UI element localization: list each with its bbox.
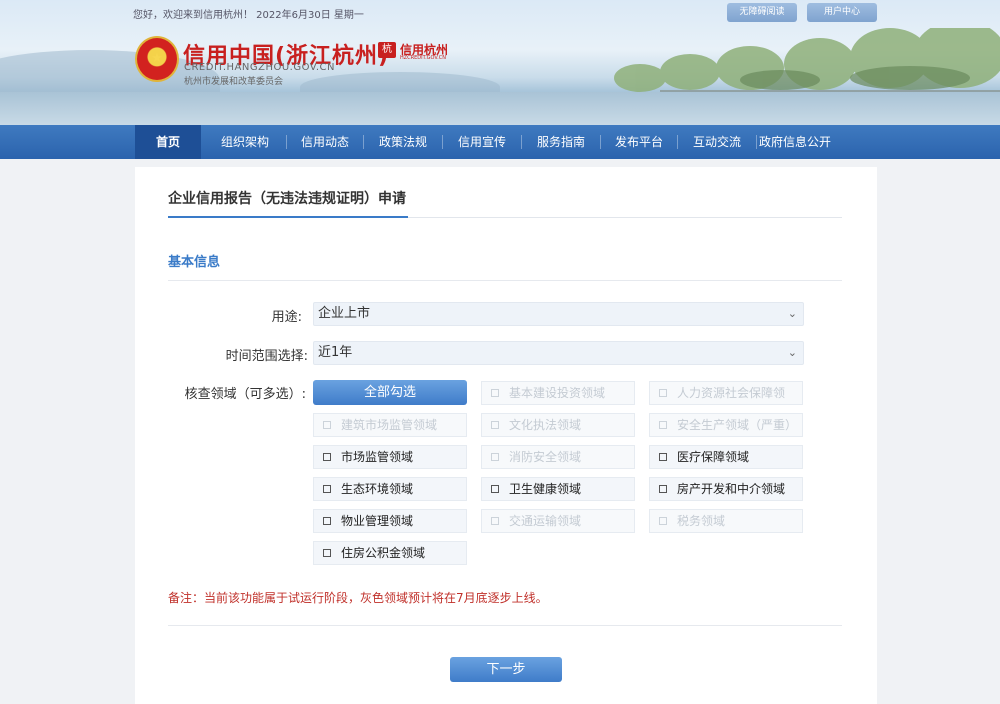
- page-title: 企业信用报告（无违法违规证明）申请: [168, 191, 406, 207]
- checkbox-icon: [659, 388, 667, 397]
- checkbox-icon: [491, 420, 499, 429]
- nav-item-credit-news[interactable]: 信用动态: [287, 125, 363, 159]
- domain-checkbox-culture-enforcement: 文化执法领域: [481, 413, 635, 437]
- checkbox-icon[interactable]: [323, 548, 331, 557]
- domain-checkbox-construction-market: 建筑市场监管领域: [313, 413, 467, 437]
- time-range-select[interactable]: 近1年 ⌄: [313, 341, 804, 365]
- domain-label: 医疗保障领域: [677, 450, 750, 464]
- nav-item-publicity[interactable]: 信用宣传: [443, 125, 521, 159]
- banner-lake: [0, 92, 1000, 125]
- main-nav: 首页 组织架构 信用动态 政策法规 信用宣传 服务指南 发布平台 互动交流 政府…: [0, 125, 1000, 159]
- title-underline: [168, 216, 408, 218]
- section-divider: [168, 280, 842, 281]
- select-all-button[interactable]: 全部勾选: [313, 380, 467, 405]
- purpose-select[interactable]: 企业上市 ⌄: [313, 302, 804, 326]
- checkbox-icon: [491, 388, 499, 397]
- checkbox-icon[interactable]: [659, 484, 667, 493]
- domain-label: 交通运输领域: [509, 514, 582, 528]
- domain-label: 市场监管领域: [341, 450, 414, 464]
- banner-trees-image: [614, 28, 1000, 94]
- domain-label: 文化执法领域: [509, 418, 582, 432]
- domain-label: 生态环境领域: [341, 482, 414, 496]
- domains-label: 核查领域（可多选）:: [184, 387, 306, 402]
- nav-item-service-guide[interactable]: 服务指南: [522, 125, 600, 159]
- checkbox-icon: [491, 516, 499, 525]
- checkbox-icon: [491, 452, 499, 461]
- credit-hangzhou-mark-url: HZCREDIT.GOV.CN: [400, 55, 447, 61]
- nav-item-home[interactable]: 首页: [135, 125, 201, 159]
- domain-checkbox-market-supervision[interactable]: 市场监管领域: [313, 445, 467, 469]
- checkbox-icon: [659, 420, 667, 429]
- domain-label: 卫生健康领域: [509, 482, 582, 496]
- checkbox-icon[interactable]: [323, 452, 331, 461]
- domain-label: 住房公积金领域: [341, 546, 426, 560]
- site-logo-url: CREDIT.HANGZHOU.GOV.CN: [184, 62, 335, 73]
- domain-checkbox-hr-social-security: 人力资源社会保障领: [649, 381, 803, 405]
- trial-note: 备注：当前该功能属于试运行阶段，灰色领域预计将在7月底逐步上线。: [168, 591, 548, 605]
- user-center-button[interactable]: 用户中心: [807, 3, 877, 22]
- nav-item-publish-platform[interactable]: 发布平台: [601, 125, 677, 159]
- domain-checkbox-real-estate[interactable]: 房产开发和中介领域: [649, 477, 803, 501]
- domain-checkbox-property-management[interactable]: 物业管理领域: [313, 509, 467, 533]
- site-logo-org: 杭州市发展和改革委员会: [184, 77, 284, 87]
- chevron-down-icon: ⌄: [787, 346, 797, 359]
- domain-checkbox-fire-safety: 消防安全领域: [481, 445, 635, 469]
- next-step-button[interactable]: 下一步: [450, 657, 562, 682]
- section-title: 基本信息: [168, 255, 221, 270]
- domain-label: 消防安全领域: [509, 450, 582, 464]
- purpose-label: 用途:: [271, 310, 302, 325]
- domain-checkbox-infrastructure: 基本建设投资领域: [481, 381, 635, 405]
- emblem-star: ★: [151, 50, 163, 66]
- domain-label: 物业管理领域: [341, 514, 414, 528]
- header-banner: 您好，欢迎来到信用杭州！ 2022年6月30日 星期一 无障碍阅读 用户中心 ★…: [0, 0, 1000, 125]
- note-divider: [168, 625, 842, 626]
- domain-checkbox-taxation: 税务领域: [649, 509, 803, 533]
- accessibility-button[interactable]: 无障碍阅读: [727, 3, 797, 22]
- domain-label: 基本建设投资领域: [509, 386, 606, 400]
- domain-checkbox-transportation: 交通运输领域: [481, 509, 635, 533]
- domain-checkbox-medical-security[interactable]: 医疗保障领域: [649, 445, 803, 469]
- checkbox-icon[interactable]: [323, 516, 331, 525]
- time-range-select-value: 近1年: [318, 345, 353, 360]
- domain-checkbox-ecology-environment[interactable]: 生态环境领域: [313, 477, 467, 501]
- domain-label: 房产开发和中介领域: [677, 482, 786, 496]
- domain-checkbox-work-safety: 安全生产领域（严重）: [649, 413, 803, 437]
- time-range-label: 时间范围选择:: [225, 349, 308, 364]
- checkbox-icon[interactable]: [491, 484, 499, 493]
- chevron-down-icon: ⌄: [787, 307, 797, 320]
- national-emblem-icon: ★: [135, 36, 179, 82]
- nav-item-interaction[interactable]: 互动交流: [678, 125, 756, 159]
- purpose-select-value: 企业上市: [318, 306, 371, 321]
- greeting-text: 您好，欢迎来到信用杭州！ 2022年6月30日 星期一: [133, 10, 364, 21]
- checkbox-icon: [659, 516, 667, 525]
- checkbox-icon[interactable]: [659, 452, 667, 461]
- checkbox-icon: [323, 420, 331, 429]
- domain-label: 税务领域: [677, 514, 726, 528]
- domain-label: 安全生产领域（严重）: [677, 418, 798, 432]
- credit-hangzhou-mark-icon: 杭: [378, 42, 396, 58]
- domain-checkbox-health[interactable]: 卫生健康领域: [481, 477, 635, 501]
- domain-label: 人力资源社会保障领: [677, 386, 786, 400]
- checkbox-icon[interactable]: [323, 484, 331, 493]
- nav-item-organization[interactable]: 组织架构: [205, 125, 285, 159]
- domain-label: 建筑市场监管领域: [341, 418, 438, 432]
- nav-item-gov-info[interactable]: 政府信息公开: [757, 125, 833, 159]
- nav-item-policies[interactable]: 政策法规: [364, 125, 442, 159]
- domain-checkbox-housing-fund[interactable]: 住房公积金领域: [313, 541, 467, 565]
